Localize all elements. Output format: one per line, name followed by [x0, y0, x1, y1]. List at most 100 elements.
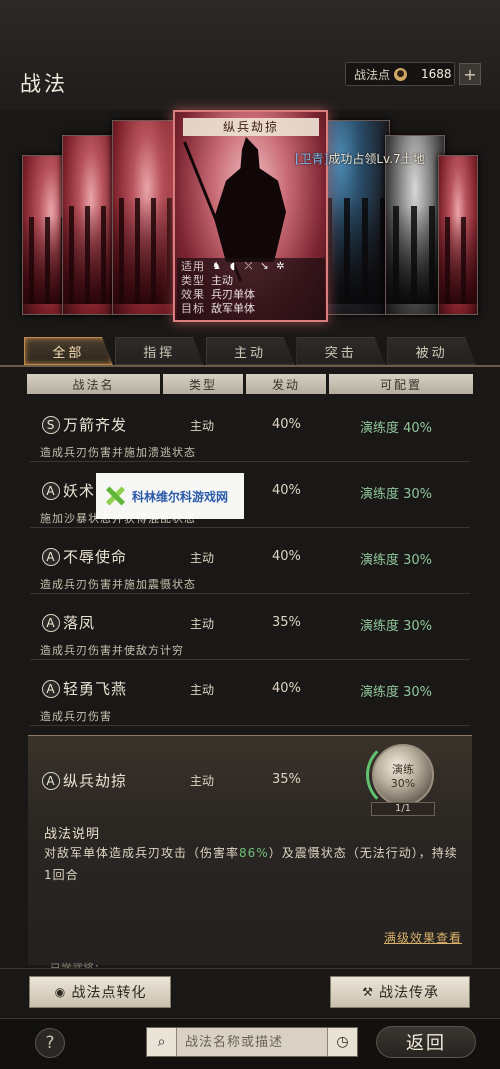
- grade-badge: S: [42, 415, 60, 434]
- info-value: 兵刃单体: [211, 288, 255, 301]
- watermark-text: 科林维尔科游戏网: [132, 489, 229, 504]
- tab-passive[interactable]: 被动: [387, 337, 476, 365]
- tab-assault[interactable]: 突击: [296, 337, 386, 365]
- table-row[interactable]: A 不辱使命 主动 40% 演练度 30% 造成兵刃伤害并施加震慑状态: [30, 532, 470, 594]
- featured-info-panel: 适用 ♞ ◖ ⤫ ↘ ✲ 类型 主动 效果 兵刃单体 目标 敌军单体: [177, 258, 325, 320]
- info-value: 敌军单体: [211, 302, 255, 315]
- search-bar: ⌕ ◷: [146, 1027, 358, 1057]
- tab-active[interactable]: 主动: [205, 337, 295, 365]
- table-row[interactable]: A 落凤 主动 35% 演练度 30% 造成兵刃伤害并使敌方计穷: [30, 598, 470, 660]
- tactic-desc: 造成兵刃伤害: [40, 710, 112, 723]
- points-coin-icon: ●: [394, 67, 408, 81]
- tactic-name-cell: A 不辱使命: [42, 546, 127, 567]
- tactic-training: 演练度 30%: [360, 487, 433, 502]
- site-watermark: 科林维尔科游戏网: [96, 473, 244, 519]
- grade-badge: A: [42, 481, 60, 500]
- tactic-training: 演练度 30%: [360, 619, 433, 634]
- unlock-condition: [卫青]成功占领Lv.7土地: [295, 150, 425, 167]
- col-header-rate[interactable]: 发动: [246, 374, 326, 394]
- add-points-button[interactable]: +: [459, 63, 481, 85]
- info-value: 主动: [211, 274, 233, 287]
- tactic-rate: 35%: [272, 615, 301, 630]
- tactic-training: 演练度 30%: [360, 553, 433, 568]
- points-value: 1688: [421, 67, 452, 81]
- tactic-desc: 造成兵刃伤害并施加溃逃状态: [40, 446, 196, 459]
- unlock-general-tag: [卫青]: [295, 152, 329, 166]
- clock-icon[interactable]: ◷: [327, 1028, 357, 1056]
- points-label: 战法点: [354, 67, 391, 82]
- tactic-name-cell: S 万箭齐发: [42, 414, 127, 435]
- grade-badge: A: [42, 771, 60, 790]
- inherit-tactic-button[interactable]: ⚒ 战法传承: [330, 976, 470, 1008]
- tactic-name: 轻勇飞燕: [63, 680, 128, 698]
- back-button[interactable]: 返回: [376, 1026, 476, 1058]
- tactic-category-tabs: 全部 指挥 主动 突击 被动: [24, 337, 476, 365]
- info-row-target: 目标 敌军单体: [181, 302, 321, 316]
- info-row-effect: 效果 兵刃单体: [181, 288, 321, 302]
- full-level-effect-link[interactable]: 满级效果查看: [384, 929, 462, 946]
- tactic-card[interactable]: [112, 120, 182, 315]
- troop-type-icons: ♞ ◖ ⤫ ↘ ✲: [211, 260, 286, 274]
- desc-prefix: 对敌军单体造成兵刃攻击（伤害率: [44, 846, 240, 860]
- tactic-description: 对敌军单体造成兵刃攻击（伤害率86%）及震慑状态（无法行动），持续1回合: [44, 842, 464, 886]
- info-key: 目标: [181, 302, 205, 315]
- tactic-rate: 40%: [272, 483, 301, 498]
- info-row-type: 类型 主动: [181, 274, 321, 288]
- info-key: 效果: [181, 288, 205, 301]
- tactic-description-title: 战法说明: [44, 827, 101, 842]
- watermark-logo-icon: [104, 485, 126, 507]
- unlock-requirement: 成功占领Lv.7土地: [328, 152, 425, 166]
- inherit-label: 战法传承: [379, 985, 439, 1001]
- tactic-type: 主动: [190, 551, 215, 565]
- tactic-card[interactable]: [438, 155, 478, 315]
- tactic-name: 妖术: [63, 482, 96, 500]
- siege-icon: ✲: [276, 261, 285, 272]
- medal-count: 1/1: [371, 802, 435, 816]
- cavalry-icon: ♞: [212, 261, 221, 272]
- tactic-training: 演练度 40%: [360, 421, 433, 436]
- search-input[interactable]: [177, 1034, 325, 1050]
- grade-badge: A: [42, 679, 60, 698]
- tab-all[interactable]: 全部: [24, 337, 113, 365]
- selected-tactic-row[interactable]: A 纵兵劫掠 主动 35% 演练 30% 1/1 战法说明 对敌军单体造成兵刃攻击…: [28, 735, 472, 965]
- featured-tactic-name: 纵兵劫掠: [183, 118, 319, 136]
- tactic-rate: 40%: [272, 681, 301, 696]
- featured-tactic-card[interactable]: 纵兵劫掠 适用 ♞ ◖ ⤫ ↘ ✲ 类型 主动 效果 兵刃单体 目标 敌军单体: [173, 110, 328, 322]
- medal-value: 30%: [390, 776, 416, 790]
- help-button[interactable]: ?: [35, 1028, 65, 1058]
- page-title: 战法: [20, 72, 68, 96]
- table-row[interactable]: A 轻勇飞燕 主动 40% 演练度 30% 造成兵刃伤害: [30, 664, 470, 726]
- tactic-desc: 造成兵刃伤害并施加震慑状态: [40, 578, 196, 591]
- spear-icon: ↘: [260, 261, 269, 272]
- tactic-training: 演练度 30%: [360, 685, 433, 700]
- training-medal-button[interactable]: 演练 30%: [372, 744, 434, 806]
- info-key: 类型: [181, 274, 205, 287]
- tactic-rate: 40%: [272, 417, 301, 432]
- hammer-icon: ⚒: [362, 985, 374, 999]
- tactic-name-cell: A 落凤: [42, 612, 95, 633]
- tactic-name-cell: A 轻勇飞燕: [42, 678, 127, 699]
- tactic-type: 主动: [190, 617, 215, 631]
- tactic-name: 万箭齐发: [63, 416, 128, 434]
- grade-badge: A: [42, 613, 60, 632]
- convert-icon: ◉: [54, 985, 67, 999]
- convert-label: 战法点转化: [71, 985, 147, 1001]
- tactic-rate: 35%: [272, 772, 301, 787]
- shield-icon: ◖: [229, 261, 236, 272]
- search-icon[interactable]: ⌕: [147, 1028, 177, 1056]
- tactic-points-display: 战法点 ● 1688: [345, 62, 455, 86]
- medal-label: 演练: [392, 762, 414, 776]
- col-header-configurable[interactable]: 可配置: [329, 374, 473, 394]
- table-row[interactable]: S 万箭齐发 主动 40% 演练度 40% 造成兵刃伤害并施加溃逃状态: [30, 400, 470, 462]
- grade-badge: A: [42, 547, 60, 566]
- tactic-name: 不辱使命: [63, 548, 128, 566]
- tab-command[interactable]: 指挥: [114, 337, 204, 365]
- info-row-applicable: 适用 ♞ ◖ ⤫ ↘ ✲: [181, 260, 321, 274]
- col-header-type[interactable]: 类型: [163, 374, 243, 394]
- archer-icon: ⤫: [244, 261, 253, 272]
- col-header-name[interactable]: 战法名: [27, 374, 160, 394]
- damage-rate: 86%: [239, 846, 269, 860]
- tactic-name-cell: A 纵兵劫掠: [42, 770, 127, 791]
- convert-points-button[interactable]: ◉ 战法点转化: [29, 976, 171, 1008]
- tactic-name: 落凤: [63, 614, 96, 632]
